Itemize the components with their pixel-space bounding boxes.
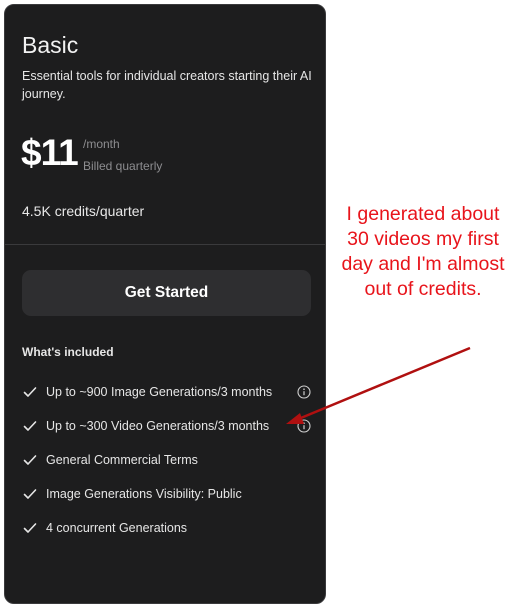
pricing-card: Basic Essential tools for individual cre… [4, 4, 326, 604]
feature-item: Image Generations Visibility: Public [22, 485, 322, 519]
feature-item: 4 concurrent Generations [22, 519, 322, 553]
billing-note: Billed quarterly [83, 159, 163, 173]
divider [5, 244, 325, 245]
feature-item: Up to ~300 Video Generations/3 months [22, 417, 322, 451]
feature-item: General Commercial Terms [22, 451, 322, 485]
feature-item: Up to ~900 Image Generations/3 months [22, 383, 322, 417]
price-period: /month [83, 137, 120, 151]
feature-label: 4 concurrent Generations [46, 521, 188, 535]
annotation-note: I generated about 30 videos my first day… [341, 203, 505, 300]
credits-amount: 4.5K credits/quarter [22, 203, 145, 219]
check-icon [23, 523, 37, 533]
feature-label: General Commercial Terms [46, 453, 198, 467]
plan-description: Essential tools for individual creators … [22, 69, 312, 101]
check-icon [23, 489, 37, 499]
plan-name: Basic [22, 32, 79, 58]
check-icon [23, 455, 37, 465]
plan-price: $11 [21, 132, 79, 173]
info-icon[interactable] [297, 385, 311, 399]
feature-list: Up to ~900 Image Generations/3 months Up… [22, 383, 322, 553]
feature-label: Up to ~300 Video Generations/3 months [46, 419, 270, 433]
feature-label: Up to ~900 Image Generations/3 months [46, 385, 273, 399]
info-icon[interactable] [297, 419, 311, 433]
feature-label: Image Generations Visibility: Public [46, 487, 242, 501]
check-icon [23, 387, 37, 397]
get-started-button[interactable]: Get Started [22, 270, 311, 316]
check-icon [23, 421, 37, 431]
whats-included-heading: What's included [22, 345, 114, 359]
